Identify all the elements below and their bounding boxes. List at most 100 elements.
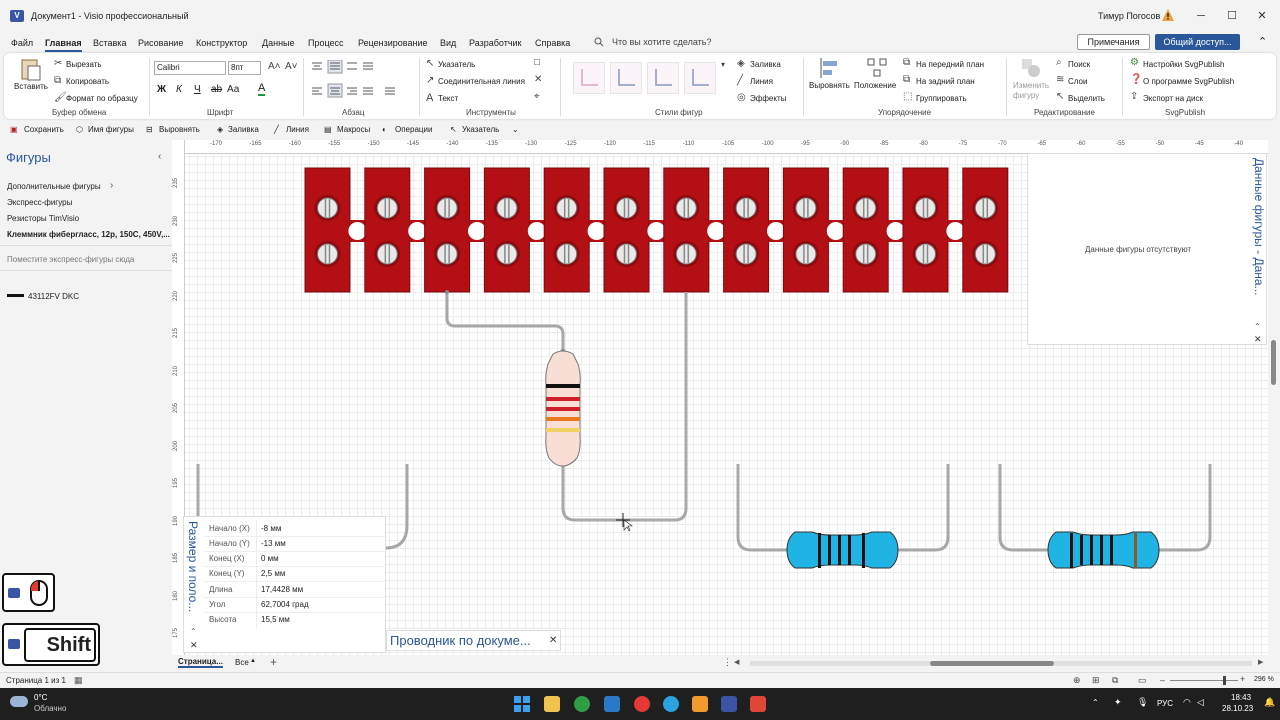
copy-icon[interactable]: ⧉ (54, 75, 61, 86)
telegram-icon[interactable] (663, 696, 679, 712)
svgpublish-about-button[interactable]: О программе SvgPublish (1143, 77, 1234, 86)
resistor-horizontal-1[interactable] (786, 531, 899, 569)
send-back-button[interactable]: На задний план (916, 77, 975, 86)
zoom-in-icon[interactable]: + (1240, 674, 1245, 684)
screw-icon[interactable] (675, 243, 697, 265)
text-tool-icon[interactable]: A (426, 92, 433, 104)
effects-icon[interactable]: ◎ (737, 92, 746, 103)
stencil-resistors[interactable]: Резисторы TimVisio (7, 214, 79, 223)
all-pages-tab[interactable]: Все (235, 658, 249, 667)
tray-app-icon[interactable]: ✦ (1114, 697, 1122, 708)
font-name-select[interactable]: Calibri (154, 61, 226, 75)
wire-8[interactable] (1159, 464, 1212, 552)
shape-style-thumb-3[interactable] (647, 62, 679, 94)
change-case-button[interactable]: Аа (227, 84, 239, 95)
stencil-terminal-block[interactable]: Клеммник фибергласс, 12p, 150C, 450V,... (7, 230, 170, 239)
screw-icon[interactable] (795, 197, 817, 219)
format-painter-icon[interactable]: 🖌 (54, 92, 67, 103)
qat-save[interactable]: Сохранить (24, 125, 64, 134)
line-shape-icon[interactable] (7, 294, 24, 297)
windows-start-icon[interactable] (514, 696, 530, 712)
size-row-value[interactable]: 2,5 мм (261, 569, 285, 578)
terminal-section[interactable] (962, 167, 1009, 293)
horizontal-scrollbar[interactable] (750, 661, 1252, 666)
cut-icon[interactable]: ✂ (54, 58, 62, 69)
qat-align[interactable]: Выровнять (159, 125, 200, 134)
zoom-out-icon[interactable]: – (1160, 675, 1165, 685)
strikethrough-button[interactable]: аb (211, 84, 222, 95)
resistor-horizontal-2[interactable] (1047, 531, 1160, 569)
zoom-level[interactable]: 296 % (1254, 676, 1274, 683)
screw-icon[interactable] (915, 197, 936, 219)
size-row-value[interactable]: -8 мм (261, 524, 281, 533)
screw-icon[interactable] (317, 197, 338, 219)
pan-zoom-icon[interactable]: ⊞ (1092, 675, 1100, 686)
close-x-icon[interactable]: ✕ (534, 74, 542, 85)
screw-icon[interactable] (436, 243, 458, 265)
warning-icon[interactable] (1161, 8, 1175, 22)
shape-style-thumb-1[interactable] (573, 62, 605, 94)
screw-icon[interactable] (496, 197, 518, 219)
terminal-section[interactable] (902, 167, 949, 293)
qat-fill-icon[interactable]: ◈ (217, 125, 223, 134)
connection-point-icon[interactable]: ⌖ (534, 91, 540, 102)
ribbon-options-icon[interactable]: ⌃ (1258, 35, 1267, 48)
qat-pointer-icon[interactable]: ↖ (450, 125, 457, 134)
yandex-icon[interactable] (634, 696, 650, 712)
tray-chevron-icon[interactable]: ⌃ (1092, 698, 1099, 707)
caret-up-icon[interactable]: ▲ (250, 658, 256, 664)
share-button[interactable]: Общий доступ... (1155, 34, 1240, 50)
styles-more-icon[interactable]: ▾ (721, 60, 725, 69)
size-row-value[interactable]: 17,4428 мм (261, 585, 303, 594)
shape-item-43112fv[interactable]: 43112FV DKC (28, 292, 79, 301)
wire-endpoint[interactable] (445, 290, 449, 294)
align-button[interactable]: Выровнять (809, 81, 850, 90)
size-row-value[interactable]: -13 мм (261, 539, 286, 548)
effects-button[interactable]: Эффекты (750, 94, 786, 103)
close-icon[interactable]: ✕ (549, 631, 557, 650)
wifi-icon[interactable]: ◠ (1183, 697, 1191, 708)
user-name[interactable]: Тимур Погосов (1098, 11, 1160, 21)
terminal-section[interactable] (424, 167, 471, 293)
terminal-section[interactable] (782, 167, 829, 293)
language-indicator[interactable]: РУС (1157, 699, 1173, 708)
tab-help[interactable]: Справка (535, 38, 570, 48)
tab-insert[interactable]: Вставка (93, 38, 126, 48)
close-icon[interactable]: ✕ (1254, 334, 1262, 345)
paste-button[interactable]: Вставить (14, 82, 48, 91)
qat-line[interactable]: Линия (286, 125, 309, 134)
format-painter-button[interactable]: Формат по образцу (66, 94, 138, 103)
screw-icon[interactable] (855, 243, 877, 265)
fit-page-icon[interactable]: ⊕ (1073, 675, 1081, 686)
svgpublish-about-icon[interactable]: ❓ (1130, 74, 1142, 85)
pointer-tool-button[interactable]: Указатель (438, 60, 475, 69)
screw-icon[interactable] (556, 197, 578, 219)
operations-icon[interactable]: ◐ (382, 125, 387, 134)
horizontal-scroll-thumb[interactable] (930, 661, 1054, 666)
chevron-right-icon[interactable]: › (110, 180, 113, 191)
screw-icon[interactable] (675, 197, 697, 219)
underline-button[interactable]: Ч (194, 84, 201, 95)
wire-7[interactable] (998, 464, 1048, 552)
collapse-panel-icon[interactable]: ‹ (158, 151, 161, 162)
fill-button[interactable]: Заливка (750, 60, 781, 69)
chrome-icon[interactable] (574, 696, 590, 712)
document-navigator-tab[interactable]: Проводник по докуме... ✕ (386, 630, 561, 651)
terminal-section[interactable] (723, 167, 770, 293)
size-row-value[interactable]: 62,7004 град (261, 600, 309, 609)
position-icon[interactable] (866, 57, 888, 79)
bring-front-icon[interactable]: ⧉ (903, 57, 910, 68)
vertical-scroll-thumb[interactable] (1271, 340, 1276, 385)
layers-button[interactable]: Слои (1068, 77, 1087, 86)
minimize-button[interactable]: ─ (1193, 8, 1209, 24)
qat-shape-name[interactable]: Имя фигуры (88, 125, 134, 134)
position-button[interactable]: Положение (854, 81, 896, 90)
change-shape-button[interactable]: Изменить фигуру (1013, 81, 1053, 101)
tab-view[interactable]: Вид (440, 38, 456, 48)
size-row-value[interactable]: 0 мм (261, 554, 279, 563)
save-icon[interactable]: ▣ (10, 125, 18, 134)
copy-button[interactable]: Копировать (66, 77, 109, 86)
wire-2[interactable] (561, 292, 688, 522)
qat-line-icon[interactable]: ╱ (274, 125, 279, 134)
tab-draw[interactable]: Рисование (138, 38, 183, 48)
